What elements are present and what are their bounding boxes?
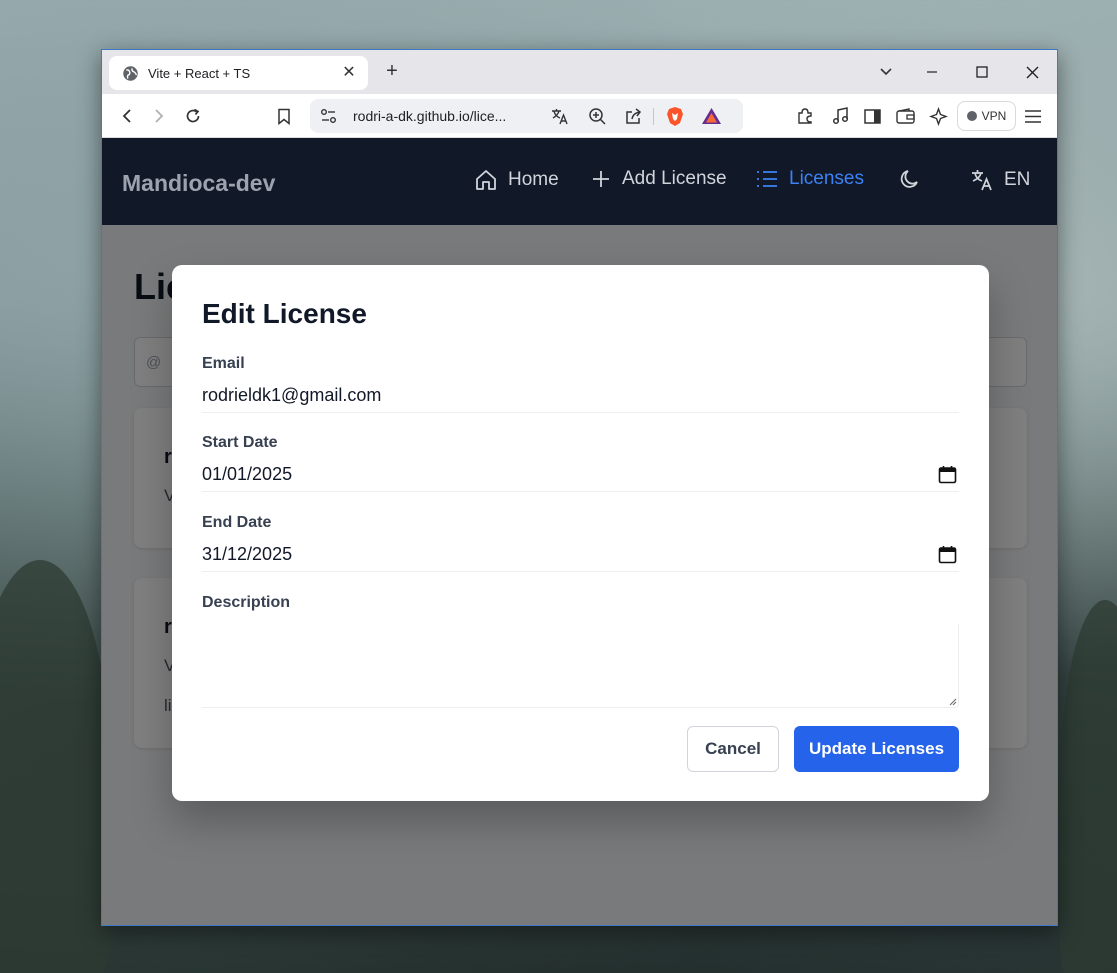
music-icon[interactable] [827,103,853,129]
nav-licenses-label: Licenses [789,168,864,189]
divider [653,108,654,125]
theme-toggle[interactable] [899,168,921,190]
update-licenses-button[interactable]: Update Licenses [794,726,959,772]
desktop-tree-right [1060,600,1117,973]
start-date-field[interactable]: 01/01/2025 [202,458,959,492]
tab-list-chevron-icon[interactable] [871,60,901,84]
email-value: rodrieldk1@gmail.com [202,385,382,405]
nav-licenses[interactable]: Licenses [755,168,864,190]
tab-title: Vite + React + TS [148,65,251,81]
nav-add-license[interactable]: Add License [590,168,727,190]
window-close-button[interactable] [1017,60,1047,84]
brave-shields-icon[interactable] [665,106,685,127]
wallet-icon[interactable] [892,103,918,129]
browser-tab[interactable]: Vite + React + TS ✕ [109,56,368,90]
leo-ai-icon[interactable] [925,103,951,129]
bookmark-icon[interactable] [271,103,297,129]
reload-button[interactable] [180,103,206,129]
maximize-button[interactable] [967,60,997,84]
translate-icon [972,170,992,191]
nav-home-label: Home [508,169,559,190]
minimize-button[interactable] [917,60,947,84]
translate-icon[interactable] [550,107,569,126]
description-textarea[interactable] [202,624,959,708]
brand-logo[interactable]: Mandioca-dev [122,170,275,197]
calendar-icon[interactable] [938,465,957,484]
end-date-field[interactable]: 31/12/2025 [202,538,959,572]
calendar-icon[interactable] [938,545,957,564]
site-settings-icon[interactable] [320,108,337,124]
resize-handle-icon[interactable] [949,698,957,706]
description-label: Description [202,594,291,611]
new-tab-button[interactable]: + [381,60,403,82]
forward-button[interactable] [146,103,172,129]
moon-icon [900,170,918,188]
share-icon[interactable] [624,107,643,126]
nav-add-license-label: Add License [622,168,727,189]
end-date-label: End Date [202,514,272,531]
tab-close-icon[interactable]: ✕ [340,64,358,82]
desktop-tree-left [0,560,110,973]
plus-icon [593,171,609,187]
home-icon [476,170,496,190]
edit-license-dialog: Edit License Email rodrieldk1@gmail.com … [172,265,989,801]
browser-toolbar: rodri-a-dk.github.io/lice... VPN [102,94,1057,138]
web-page: Mandioca-dev Home Add License Licenses E… [102,138,1057,925]
url-text: rodri-a-dk.github.io/lice... [353,108,507,124]
nav-home[interactable]: Home [474,168,559,192]
back-button[interactable] [114,103,140,129]
app-navbar: Mandioca-dev Home Add License Licenses E… [102,138,1057,225]
address-bar[interactable]: rodri-a-dk.github.io/lice... [310,99,743,133]
extensions-icon[interactable] [792,103,818,129]
vpn-label: VPN [981,109,1007,123]
language-switcher[interactable]: EN [970,168,1030,192]
email-field[interactable]: rodrieldk1@gmail.com [202,379,959,413]
zoom-icon[interactable] [588,107,607,126]
sidebar-icon[interactable] [859,103,885,129]
brave-rewards-icon[interactable] [701,107,722,125]
menu-icon[interactable] [1020,103,1046,129]
email-label: Email [202,355,245,372]
start-date-label: Start Date [202,434,278,451]
start-date-value: 01/01/2025 [202,464,293,484]
language-label: EN [1004,169,1031,190]
end-date-value: 31/12/2025 [202,544,293,564]
globe-icon [123,65,138,81]
dialog-title: Edit License [202,298,367,329]
tab-strip: Vite + React + TS ✕ + [102,50,1057,94]
cancel-button[interactable]: Cancel [687,726,779,772]
vpn-status-icon [966,111,977,121]
list-icon [757,171,777,187]
vpn-button[interactable]: VPN [957,101,1016,131]
browser-window: Vite + React + TS ✕ + rodri-a-dk.github.… [101,49,1058,926]
